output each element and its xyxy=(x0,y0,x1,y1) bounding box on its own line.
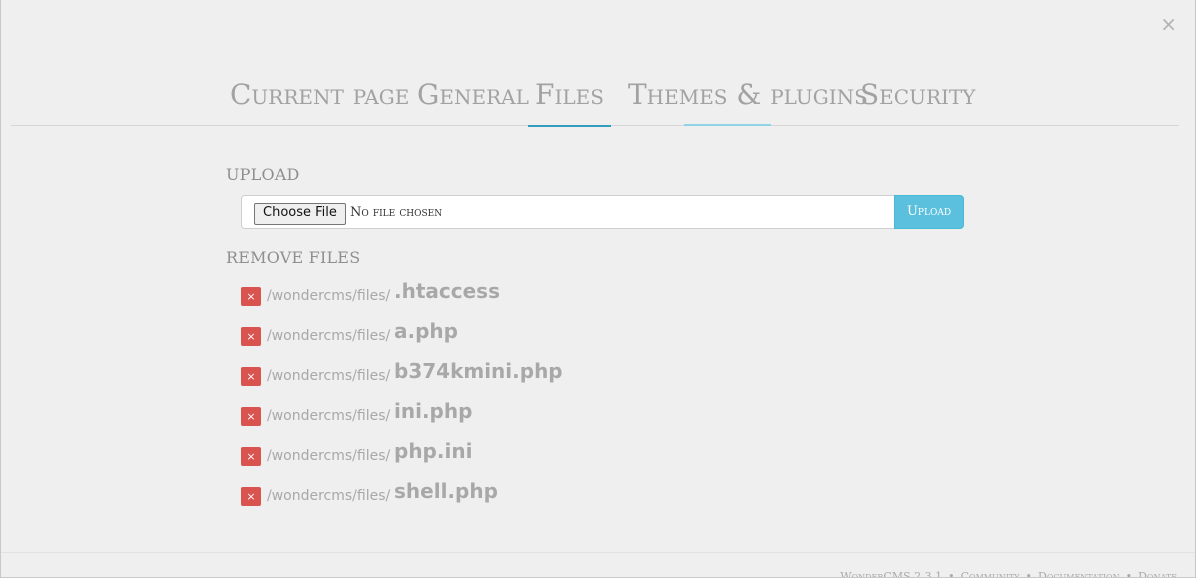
tab-general[interactable]: General xyxy=(417,78,529,125)
upload-button[interactable]: Upload xyxy=(894,195,964,229)
upload-section-label: UPLOAD xyxy=(226,165,300,184)
delete-file-button[interactable]: × xyxy=(241,487,261,506)
footer-separator: • xyxy=(1125,570,1133,578)
footer-community-link[interactable]: Community xyxy=(961,570,1020,577)
footer-separator: • xyxy=(1025,570,1033,578)
tab-current-page[interactable]: Current page xyxy=(230,78,409,125)
close-icon[interactable]: × xyxy=(1160,14,1177,34)
file-name: a.php xyxy=(394,319,458,343)
delete-file-button[interactable]: × xyxy=(241,447,261,466)
footer-divider xyxy=(1,552,1195,553)
settings-modal: × Current page General Files Themes & pl… xyxy=(0,0,1196,578)
choose-file-button[interactable]: Choose File xyxy=(254,203,346,225)
file-path: /wondercms/files/ xyxy=(267,488,391,504)
footer-separator: • xyxy=(948,570,955,578)
file-name: shell.php xyxy=(394,479,498,503)
footer-documentation-link[interactable]: Documentation xyxy=(1038,570,1120,577)
tab-files[interactable]: Files xyxy=(528,78,611,127)
file-path: /wondercms/files/ xyxy=(267,328,391,344)
delete-file-button[interactable]: × xyxy=(241,367,261,386)
file-path: /wondercms/files/ xyxy=(267,448,391,464)
file-path: /wondercms/files/ xyxy=(267,288,391,304)
delete-file-button[interactable]: × xyxy=(241,327,261,346)
remove-files-section-label: REMOVE FILES xyxy=(226,248,361,267)
footer-version: WonderCMS 2.3.1 xyxy=(840,570,943,578)
upload-form: Choose File No file chosen Upload xyxy=(241,195,964,229)
delete-file-button[interactable]: × xyxy=(241,407,261,426)
tab-hover-indicator xyxy=(684,124,771,126)
modal-footer: WonderCMS 2.3.1 • Community • Documentation •… xyxy=(840,570,1177,578)
delete-file-button[interactable]: × xyxy=(241,287,261,306)
tab-themes-plugins[interactable]: Themes & plugins xyxy=(628,78,868,125)
file-name: .htaccess xyxy=(394,279,500,303)
settings-tabs: Current page General Files Themes & plug… xyxy=(11,70,1179,127)
tab-security[interactable]: Security xyxy=(860,78,975,125)
file-name: ini.php xyxy=(394,399,473,423)
file-name: b374kmini.php xyxy=(394,359,563,383)
file-input[interactable]: Choose File No file chosen xyxy=(241,195,895,229)
file-path: /wondercms/files/ xyxy=(267,408,391,424)
file-name: php.ini xyxy=(394,439,473,463)
file-path: /wondercms/files/ xyxy=(267,368,391,384)
no-file-chosen-text: No file chosen xyxy=(350,205,443,220)
footer-donate-link[interactable]: Donate xyxy=(1138,570,1177,577)
